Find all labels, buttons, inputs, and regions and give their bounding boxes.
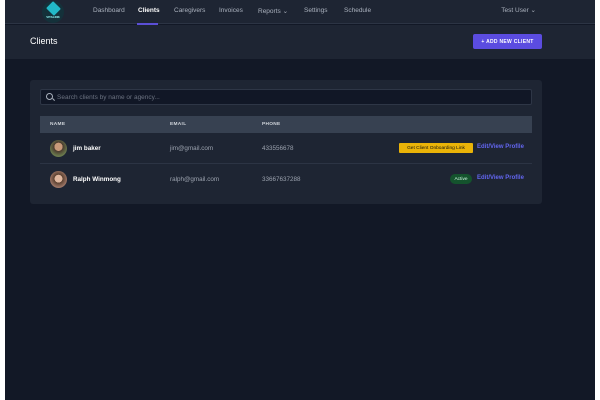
table-header: NAME EMAIL PHONE xyxy=(40,116,532,133)
nav-reports[interactable]: Reports ⌄ xyxy=(258,7,288,15)
clients-card: NAME EMAIL PHONE jim baker jim@gmail.com… xyxy=(30,80,542,204)
nav-clients[interactable]: Clients xyxy=(138,7,160,14)
status-badge: Active xyxy=(450,174,472,184)
logo[interactable]: VITALINK xyxy=(42,1,64,23)
search-box xyxy=(40,89,532,105)
header-name: NAME xyxy=(50,122,66,127)
search-input[interactable] xyxy=(57,90,527,104)
table-row: Ralph Winmong ralph@gmail.com 3366763728… xyxy=(40,164,532,195)
avatar xyxy=(50,171,67,188)
cube-icon xyxy=(45,1,61,16)
app: VITALINK Dashboard Clients Caregivers In… xyxy=(5,0,595,400)
nav-caregivers[interactable]: Caregivers xyxy=(174,7,205,14)
table-row: jim baker jim@gmail.com 433556678 Get Cl… xyxy=(40,133,532,164)
page-title: Clients xyxy=(30,36,58,46)
client-phone: 433556678 xyxy=(262,145,294,152)
nav-schedule[interactable]: Schedule xyxy=(344,7,371,14)
edit-view-profile-link[interactable]: Edit/View Profile xyxy=(477,175,524,181)
header-email: EMAIL xyxy=(170,122,187,127)
user-menu[interactable]: Test User ⌄ xyxy=(501,6,536,14)
nav-dashboard[interactable]: Dashboard xyxy=(93,7,125,14)
logo-text: VITALINK xyxy=(46,15,60,19)
edit-view-profile-link[interactable]: Edit/View Profile xyxy=(477,144,524,150)
search-icon xyxy=(46,93,53,100)
nav-settings[interactable]: Settings xyxy=(304,7,328,14)
add-new-client-button[interactable]: + ADD NEW CLIENT xyxy=(473,34,542,49)
avatar xyxy=(50,140,67,157)
client-phone: 33667637288 xyxy=(262,176,301,183)
client-name: Ralph Winmong xyxy=(73,176,121,183)
client-name: jim baker xyxy=(73,145,101,152)
get-onboarding-link-button[interactable]: Get Client Onboarding Link xyxy=(399,143,473,153)
client-email: jim@gmail.com xyxy=(170,145,214,152)
nav-invoices[interactable]: Invoices xyxy=(219,7,243,14)
top-nav: VITALINK Dashboard Clients Caregivers In… xyxy=(5,0,595,25)
header-phone: PHONE xyxy=(262,122,281,127)
page-header: Clients + ADD NEW CLIENT xyxy=(5,25,595,59)
client-email: ralph@gmail.com xyxy=(170,176,220,183)
